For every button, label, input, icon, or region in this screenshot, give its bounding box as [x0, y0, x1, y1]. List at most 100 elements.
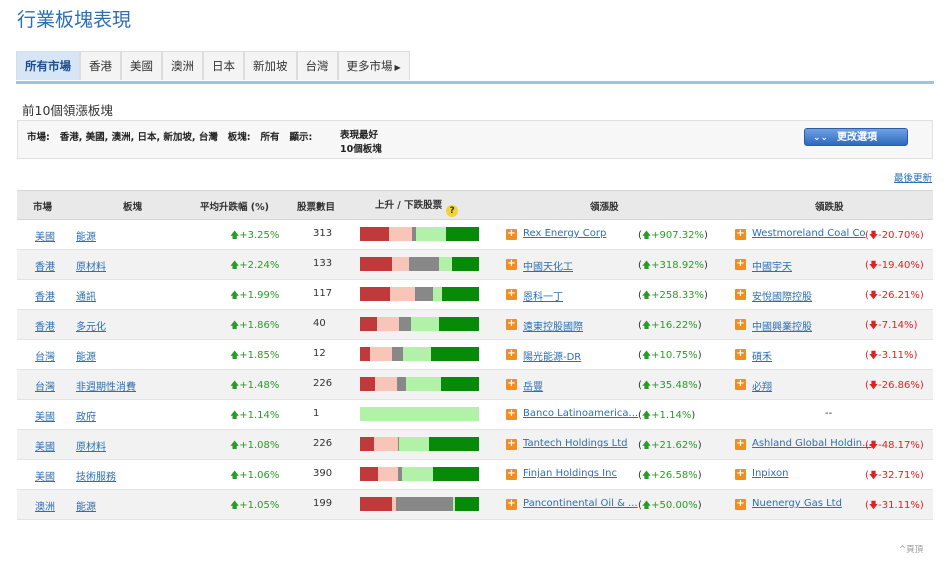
tab-singapore[interactable]: 新加坡	[244, 51, 297, 80]
market-link[interactable]: 香港	[35, 318, 55, 333]
expand-plus-icon[interactable]: +	[735, 469, 746, 480]
down-arrow-icon: 🡇	[868, 501, 879, 511]
expand-plus-icon[interactable]: +	[506, 409, 517, 420]
paren: )	[913, 350, 918, 361]
sector-link[interactable]: 通訊	[76, 288, 96, 303]
expand-plus-icon[interactable]: +	[506, 229, 517, 240]
sector-link[interactable]: 原材料	[76, 258, 106, 273]
gainer-link[interactable]: Banco Latinoamerica...	[523, 408, 638, 419]
loser-link[interactable]: 中國宇天	[752, 258, 792, 273]
expand-plus-icon[interactable]: +	[735, 259, 746, 270]
gainer-link[interactable]: 中國天化工	[523, 258, 573, 273]
expand-plus-icon[interactable]: +	[506, 289, 517, 300]
sector-link[interactable]: 非週期性消費	[76, 378, 136, 393]
table-row: 香港 原材料 🡅+2.24% 133 + 中國天化工 (🡅+318.92%) + 中國宇天 (🡇-…	[17, 250, 933, 280]
big-down-segment	[360, 287, 390, 301]
down-arrow-icon: 🡇	[868, 471, 879, 481]
expand-plus-icon[interactable]: +	[735, 499, 746, 510]
tab-more-markets[interactable]: 更多市場 ▶	[337, 51, 410, 80]
avg-change: 🡅+1.06%	[230, 468, 279, 484]
table-row: 澳洲 能源 🡅+1.05% 199 + Pancontinental Oil & ...(…	[17, 490, 933, 520]
sector-link[interactable]: 能源	[76, 228, 96, 243]
market-link[interactable]: 台灣	[35, 378, 55, 393]
expand-plus-icon[interactable]: +	[735, 379, 746, 390]
expand-plus-icon[interactable]: +	[735, 289, 746, 300]
sector-link[interactable]: 多元化	[76, 318, 106, 333]
market-link[interactable]: 台灣	[35, 348, 55, 363]
loser-link[interactable]: Westmoreland Coal Co	[752, 228, 866, 239]
expand-plus-icon[interactable]: +	[506, 259, 517, 270]
tab-australia[interactable]: 澳洲	[162, 51, 203, 80]
header-leader-loss: 領跌股	[815, 202, 844, 213]
gainer-link[interactable]: Tantech Holdings Ltd	[523, 438, 627, 449]
help-icon[interactable]: ?	[446, 205, 459, 217]
expand-plus-icon[interactable]: +	[735, 319, 746, 330]
up-down-bar	[360, 497, 479, 511]
expand-plus-icon[interactable]: +	[506, 379, 517, 390]
loser-link[interactable]: 安悅國際控股	[752, 288, 812, 303]
small-up-segment	[399, 437, 429, 451]
gainer-link[interactable]: 岳豐	[523, 378, 543, 393]
paren: )	[697, 470, 702, 481]
stock-count: 117	[313, 288, 333, 299]
expand-plus-icon[interactable]: +	[735, 349, 746, 360]
loser-link[interactable]: Ashland Global Holdin...	[752, 438, 872, 449]
expand-plus-icon[interactable]: +	[506, 349, 517, 360]
down-arrow-icon: 🡇	[868, 351, 879, 361]
tab-all-markets[interactable]: 所有市場	[16, 51, 80, 80]
expand-plus-icon[interactable]: +	[735, 439, 746, 450]
expand-plus-icon[interactable]: +	[506, 469, 517, 480]
section-title: 前10個領漲板塊	[22, 103, 113, 118]
loser-link[interactable]: Nuenergy Gas Ltd	[752, 498, 842, 509]
gainer-link[interactable]: 陽光能源-DR	[523, 348, 581, 363]
sector-link[interactable]: 原材料	[76, 438, 106, 453]
gainer-link[interactable]: 恩科一丁	[523, 288, 563, 303]
loser-link[interactable]: 必翔	[752, 378, 772, 393]
table-row: 香港 多元化 🡅+1.86% 40 + 遠東控股國際 (🡅+16.22%) + 中國興業控股 (🡇…	[17, 310, 933, 340]
market-link[interactable]: 香港	[35, 288, 55, 303]
avg-change: 🡅+1.86%	[230, 318, 279, 334]
gainer-change-value: +26.58%	[651, 470, 698, 481]
expand-plus-icon[interactable]: +	[506, 319, 517, 330]
change-options-button[interactable]: ⌄⌄ 更改選項	[804, 128, 908, 146]
up-down-bar	[360, 407, 479, 421]
header-sector: 板塊	[123, 202, 143, 213]
expand-plus-icon[interactable]: +	[506, 499, 517, 510]
market-link[interactable]: 美國	[35, 408, 55, 423]
up-arrow-icon: 🡅	[230, 231, 240, 241]
loser-link[interactable]: 中國興業控股	[752, 318, 812, 333]
gainer-link[interactable]: 遠東控股國際	[523, 318, 583, 333]
loser-change: (🡇-32.71%)	[865, 468, 924, 484]
sector-link[interactable]: 能源	[76, 348, 96, 363]
tab-taiwan[interactable]: 台灣	[296, 51, 338, 80]
expand-plus-icon[interactable]: +	[506, 439, 517, 450]
tab-us[interactable]: 美國	[121, 51, 162, 80]
paren: )	[919, 380, 924, 391]
last-update-link[interactable]: 最後更新	[894, 170, 932, 184]
market-link[interactable]: 美國	[35, 228, 55, 243]
gainer-change-value: +907.32%	[651, 230, 705, 241]
market-link[interactable]: 美國	[35, 438, 55, 453]
loser-change: (🡇-48.17%)	[865, 438, 924, 454]
expand-plus-icon[interactable]: +	[735, 229, 746, 240]
loser-change-value: -48.17%	[878, 440, 920, 451]
market-link[interactable]: 香港	[35, 258, 55, 273]
loser-change: (🡇-7.14%)	[865, 318, 917, 334]
back-to-top-link[interactable]: ^頁頂	[899, 543, 923, 555]
paren: )	[697, 320, 702, 331]
market-link[interactable]: 澳洲	[35, 498, 55, 513]
paren: )	[691, 410, 696, 421]
tab-hong-kong[interactable]: 香港	[80, 51, 121, 80]
loser-link[interactable]: 碩禾	[752, 348, 772, 363]
sector-link[interactable]: 能源	[76, 498, 96, 513]
market-link[interactable]: 美國	[35, 468, 55, 483]
gainer-link[interactable]: Rex Energy Corp	[523, 228, 606, 239]
sector-link[interactable]: 技術服務	[76, 468, 116, 483]
gainer-change-value: +10.75%	[651, 350, 698, 361]
gainer-link[interactable]: Pancontinental Oil & ...	[523, 498, 638, 509]
loser-link[interactable]: Inpixon	[752, 468, 788, 479]
gainer-link[interactable]: Finjan Holdings Inc	[523, 468, 617, 479]
sector-link[interactable]: 政府	[76, 408, 96, 423]
tab-japan[interactable]: 日本	[203, 51, 244, 80]
up-arrow-icon: 🡅	[230, 381, 240, 391]
